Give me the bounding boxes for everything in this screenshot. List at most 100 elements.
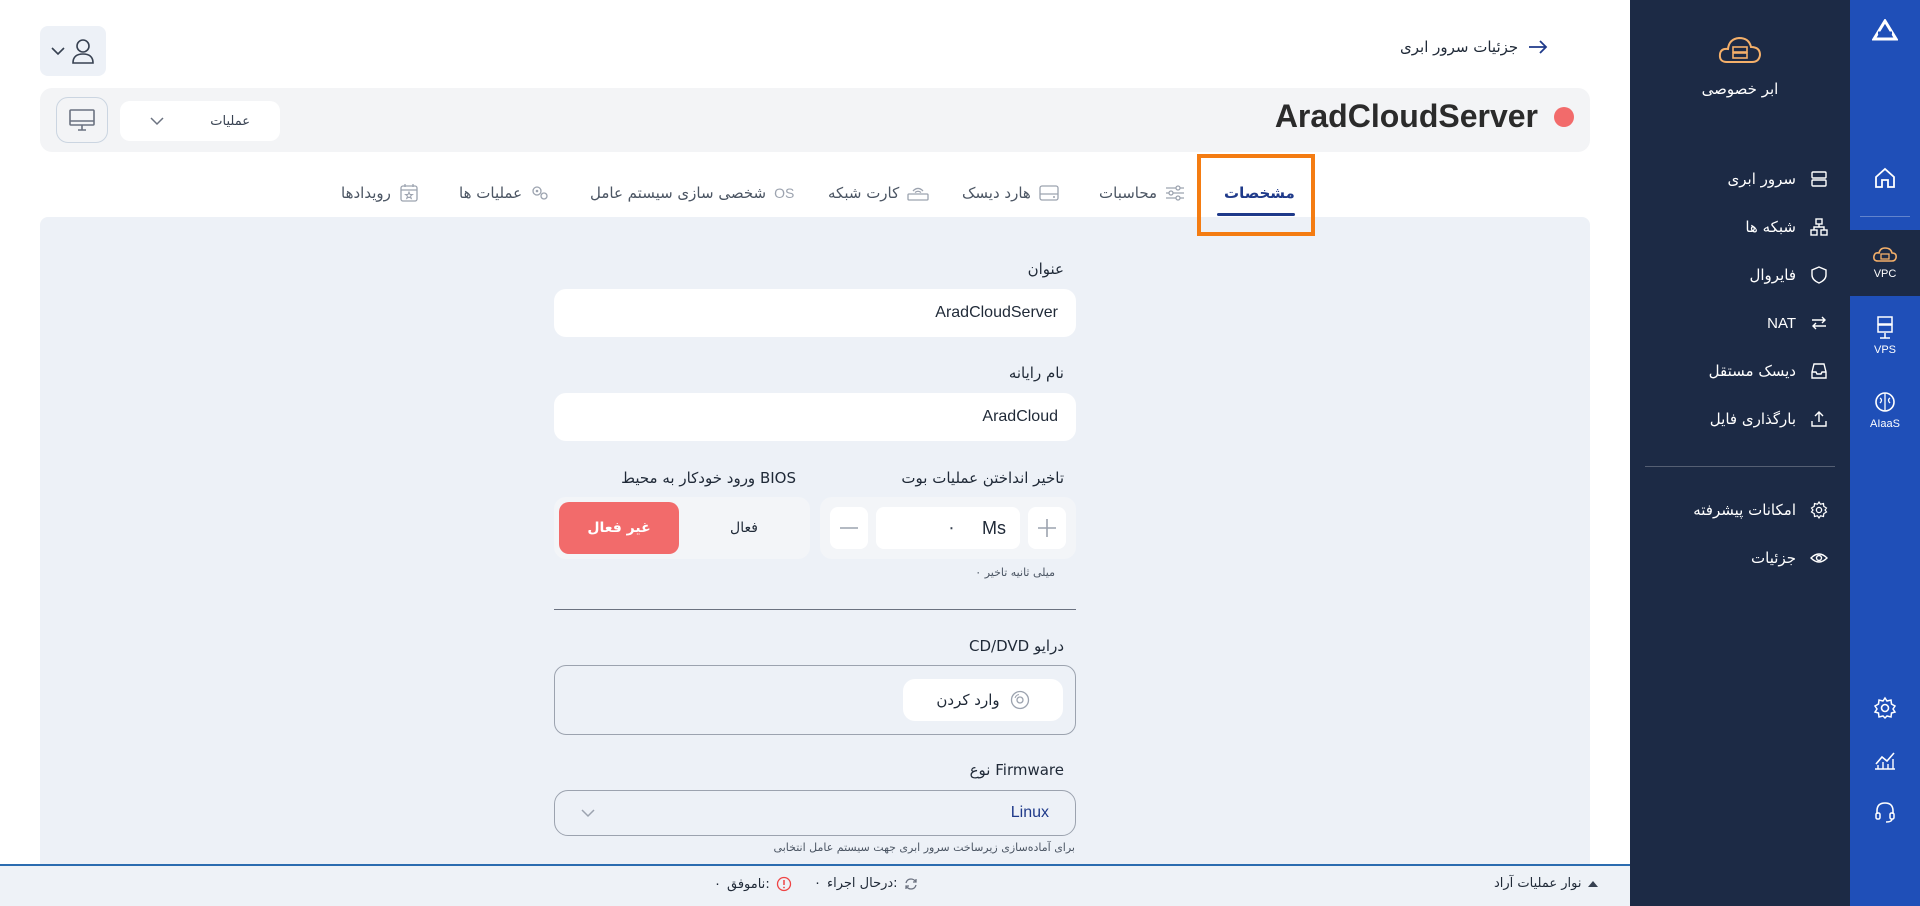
- bios-on-option[interactable]: فعال: [684, 502, 804, 554]
- rail-reports-button[interactable]: [1850, 742, 1920, 778]
- rail-aiaas-button[interactable]: AIaaS: [1850, 378, 1920, 442]
- sidebar-item-label: بارگذاری فایل: [1709, 410, 1796, 428]
- chevron-down-icon: [51, 47, 65, 56]
- bios-off-option[interactable]: غیر فعال: [559, 502, 679, 554]
- status-indicator: [1554, 106, 1574, 127]
- disk-icon: [1811, 363, 1827, 379]
- os-icon: OS: [774, 185, 795, 201]
- boot-delay-hint: ۰ میلی ثانیه تاخیر: [975, 566, 1055, 579]
- sidebar-item-label: امکانات پیشرفته: [1693, 501, 1796, 519]
- server-title: AradCloudServer: [1275, 98, 1574, 135]
- calendar-icon: [400, 184, 418, 202]
- hostname-input-value: AradCloud: [982, 408, 1058, 425]
- running-status: ۰ درحال اجراء:: [814, 876, 918, 891]
- rail-support-button[interactable]: [1850, 794, 1920, 830]
- tab-hard-disk[interactable]: هارد دیسک: [962, 170, 1059, 216]
- rail-settings-button[interactable]: [1850, 690, 1920, 726]
- private-cloud-icon: [1718, 36, 1762, 63]
- router-icon: [907, 187, 929, 201]
- firmware-select[interactable]: Linux: [554, 790, 1076, 836]
- sidebar-item-label: دیسک مستقل: [1708, 362, 1796, 380]
- tab-os-customization[interactable]: شخصی سازی سیستم عامل OS: [590, 170, 794, 216]
- status-bar-title: نوار عملیات آراد: [1494, 876, 1582, 891]
- tab-label: محاسبات: [1099, 184, 1158, 202]
- page-title: جزئیات سرور ابری: [1400, 38, 1519, 56]
- cd-drive-label: CD/DVD درایو: [969, 637, 1064, 655]
- sidebar-item-label: فایروال: [1749, 266, 1796, 284]
- sidebar-brand-name: ابر خصوصی: [1701, 80, 1779, 98]
- running-label: درحال اجراء:: [826, 876, 898, 891]
- operations-dropdown[interactable]: عملیات: [120, 101, 280, 141]
- shield-icon: [1811, 266, 1827, 284]
- firmware-label: نوع Firmware: [969, 761, 1064, 779]
- alert-icon: [776, 876, 791, 892]
- tab-highlight-box: [1197, 154, 1315, 236]
- tab-label: رویدادها: [341, 184, 391, 202]
- chevron-down-icon: [150, 117, 164, 126]
- server-name: AradCloudServer: [1274, 98, 1538, 134]
- user-icon: [72, 39, 94, 64]
- sidebar-item-cloud-server[interactable]: سرور ابری: [1650, 162, 1828, 196]
- main-content: جزئیات سرور ابری عملیات AradCloudServer …: [0, 0, 1630, 906]
- hostname-input[interactable]: AradCloud: [554, 393, 1076, 441]
- firmware-value: Linux: [1010, 804, 1049, 821]
- tab-operations[interactable]: عملیات ها: [459, 170, 550, 216]
- rail-vps-button[interactable]: VPS: [1850, 304, 1920, 368]
- sidebar-item-label: شبکه ها: [1745, 218, 1796, 236]
- decrement-button[interactable]: [830, 507, 868, 549]
- running-count: ۰: [814, 876, 821, 891]
- title-input[interactable]: AradCloudServer: [554, 289, 1076, 337]
- monitor-icon: [69, 109, 95, 131]
- sidebar-item-file-upload[interactable]: بارگذاری فایل: [1650, 402, 1828, 436]
- section-divider: [554, 609, 1076, 610]
- eye-icon: [1810, 553, 1828, 563]
- app-logo[interactable]: [1850, 12, 1920, 48]
- arrow-right-icon: [1529, 40, 1548, 54]
- tab-label: شخصی سازی سیستم عامل: [590, 184, 767, 202]
- user-menu-button[interactable]: [40, 26, 106, 76]
- operations-label: عملیات: [210, 113, 250, 129]
- sidebar-item-standalone-disk[interactable]: دیسک مستقل: [1650, 354, 1828, 388]
- network-icon: [1810, 218, 1828, 236]
- tab-events[interactable]: رویدادها: [341, 170, 419, 216]
- increment-button[interactable]: [1028, 507, 1066, 549]
- hard-disk-icon: [1039, 185, 1059, 201]
- boot-delay-unit: Ms: [982, 517, 1006, 538]
- title-field-label: عنوان: [1027, 260, 1064, 278]
- rail-vpc-label: VPC: [1873, 268, 1897, 280]
- mount-button[interactable]: وارد کردن: [903, 679, 1063, 721]
- caret-up-icon: [1588, 880, 1599, 887]
- hostname-field-label: نام رایانه: [1008, 364, 1064, 382]
- boot-delay-input[interactable]: ۰ Ms: [876, 507, 1020, 549]
- sidebar-item-firewall[interactable]: فایروال: [1650, 258, 1828, 292]
- rail-vpc-button[interactable]: VPC: [1850, 230, 1920, 296]
- back-link[interactable]: جزئیات سرور ابری: [1400, 38, 1548, 56]
- brain-icon: [1875, 392, 1895, 412]
- cd-drive-box: وارد کردن: [554, 665, 1076, 735]
- boot-delay-stepper: ۰ Ms: [820, 497, 1076, 559]
- sidebar-item-advanced-features[interactable]: امکانات پیشرفته: [1650, 493, 1828, 527]
- sliders-icon: [1166, 185, 1185, 201]
- tab-network-card[interactable]: کارت شبکه: [828, 170, 929, 216]
- sidebar-item-label: سرور ابری: [1727, 170, 1796, 188]
- status-bar-toggle[interactable]: نوار عملیات آراد: [1494, 876, 1599, 891]
- arrows-icon: [1812, 316, 1826, 330]
- gears-icon: [532, 186, 548, 200]
- rail-aiaas-label: AIaaS: [1870, 418, 1900, 430]
- console-button[interactable]: [56, 97, 108, 143]
- sidebar-item-label: NAT: [1767, 314, 1796, 332]
- bios-toggle: غیر فعال فعال: [554, 497, 810, 559]
- headset-icon: [1875, 802, 1895, 823]
- minus-icon: [840, 527, 858, 529]
- sidebar-divider: [1645, 466, 1835, 467]
- sidebar-item-networks[interactable]: شبکه ها: [1650, 210, 1828, 244]
- title-input-value: AradCloudServer: [935, 304, 1058, 321]
- sidebar: ابر خصوصی سرور ابری شبکه ها فایروال NAT …: [1630, 0, 1850, 906]
- sidebar-item-details[interactable]: جزئیات: [1650, 541, 1828, 575]
- server-icon: [1811, 171, 1827, 187]
- sidebar-item-nat[interactable]: NAT: [1650, 306, 1828, 340]
- tab-compute[interactable]: محاسبات: [1099, 170, 1185, 216]
- mount-button-label: وارد کردن: [936, 691, 1000, 709]
- rail-home-button[interactable]: [1850, 158, 1920, 198]
- rail-divider: [1860, 216, 1910, 217]
